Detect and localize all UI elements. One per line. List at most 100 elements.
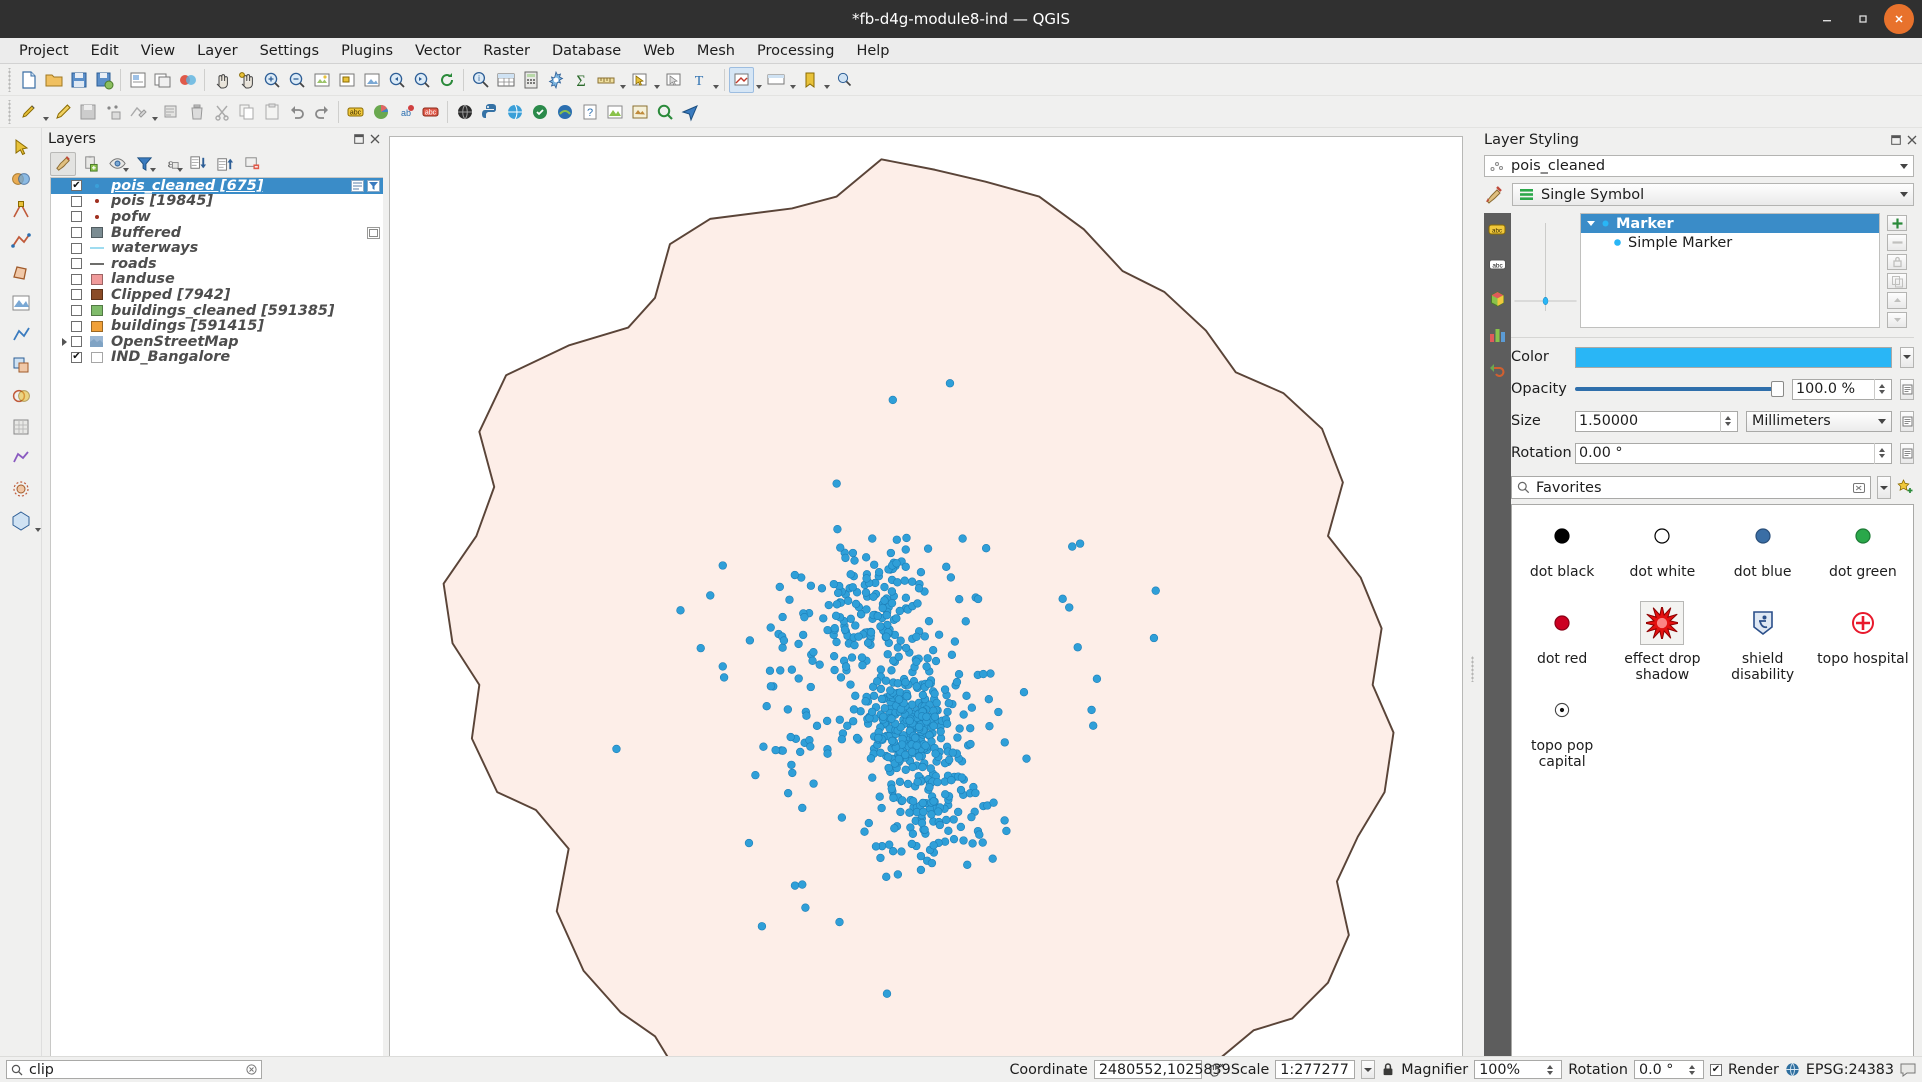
chevron-down-icon[interactable] xyxy=(1900,192,1908,197)
zoom-full-icon[interactable] xyxy=(309,67,334,93)
show-bookmarks-icon[interactable] xyxy=(831,67,856,93)
menu-settings[interactable]: Settings xyxy=(249,40,330,62)
menu-layer[interactable]: Layer xyxy=(186,40,248,62)
rotation-data-defined-button[interactable] xyxy=(1900,442,1914,464)
layer-tree-item[interactable]: buildings_cleaned [591385] xyxy=(51,303,383,319)
menu-project[interactable]: Project xyxy=(8,40,80,62)
layer-visibility-checkbox[interactable] xyxy=(71,305,82,317)
symbol-gallery-item[interactable]: dot red xyxy=(1512,602,1612,689)
symbol-gallery-item[interactable]: shield disability xyxy=(1713,602,1813,689)
cut-features-icon[interactable] xyxy=(209,99,234,125)
layer-selector-combo[interactable]: pois_cleaned xyxy=(1484,155,1914,177)
zoom-next-icon[interactable] xyxy=(409,67,434,93)
select-features-icon[interactable] xyxy=(627,67,652,93)
lock-symbol-layer-button[interactable] xyxy=(1887,253,1907,270)
symbol-gallery-item[interactable]: dot black xyxy=(1512,515,1612,602)
layer-expander[interactable] xyxy=(57,337,71,346)
opacity-spinner[interactable] xyxy=(1874,378,1888,400)
layer-visibility-checkbox[interactable] xyxy=(71,289,82,301)
new-print-layout-icon[interactable] xyxy=(125,67,150,93)
toolbar-drag-handle[interactable] xyxy=(6,67,14,92)
paste-features-icon[interactable] xyxy=(259,99,284,125)
intersect-tool-icon[interactable] xyxy=(7,382,35,410)
pan-map-icon[interactable] xyxy=(209,67,234,93)
menu-edit[interactable]: Edit xyxy=(80,40,130,62)
symbol-tree-item-marker[interactable]: Marker xyxy=(1581,214,1879,233)
plugin-help-icon[interactable]: ? xyxy=(577,99,602,125)
history-tab-icon[interactable] xyxy=(1487,359,1508,380)
layer-visibility-checkbox[interactable] xyxy=(71,320,82,332)
size-unit-combo[interactable]: Millimeters xyxy=(1746,410,1892,432)
rotation-field[interactable]: 0.00 ° xyxy=(1575,442,1892,464)
show-map-tips-icon[interactable] xyxy=(763,67,788,93)
statistical-summary-icon[interactable]: Σ xyxy=(568,67,593,93)
layer-visibility-checkbox[interactable] xyxy=(71,242,82,254)
move-symbol-layer-up-button[interactable] xyxy=(1887,292,1907,309)
add-group-button[interactable] xyxy=(77,152,103,176)
chevron-down-icon[interactable] xyxy=(1900,163,1908,169)
identify-features-icon[interactable]: i xyxy=(468,67,493,93)
styling-dropdown-arrow[interactable] xyxy=(754,67,763,93)
menu-plugins[interactable]: Plugins xyxy=(330,40,404,62)
filter-legend-button[interactable] xyxy=(131,152,157,176)
expression-dropdown-arrow[interactable] xyxy=(711,67,720,93)
plugin-mmqgis-icon[interactable] xyxy=(602,99,627,125)
select-by-expression-icon[interactable]: T xyxy=(686,67,711,93)
crs-label[interactable]: EPSG:24383 xyxy=(1806,1062,1894,1078)
rotation-statusbar-field[interactable]: 0.0 ° xyxy=(1633,1060,1704,1079)
undock-styling-icon[interactable] xyxy=(1890,134,1902,146)
layer-visibility-checkbox[interactable] xyxy=(71,211,82,223)
minimize-button[interactable] xyxy=(1812,4,1842,34)
size-field[interactable]: 1.50000 xyxy=(1575,410,1738,432)
edit-layer-icon[interactable] xyxy=(351,179,364,192)
opacity-slider[interactable] xyxy=(1575,379,1784,400)
size-data-defined-button[interactable] xyxy=(1900,410,1914,432)
vertex-tool-icon[interactable] xyxy=(125,99,150,125)
vector-tools-icon[interactable] xyxy=(7,320,35,348)
field-map-icon[interactable] xyxy=(7,289,35,317)
duplicate-symbol-layer-button[interactable] xyxy=(1887,272,1907,290)
add-to-favorites-icon[interactable] xyxy=(1897,479,1914,496)
mesh-dropdown-arrow[interactable] xyxy=(34,528,41,532)
zoom-in-icon[interactable] xyxy=(259,67,284,93)
new-project-icon[interactable] xyxy=(16,67,41,93)
manage-map-themes-button[interactable] xyxy=(104,152,130,176)
locator-search-input[interactable]: clip xyxy=(6,1060,262,1079)
remove-symbol-layer-button[interactable] xyxy=(1887,234,1907,251)
zoom-to-layer-icon[interactable] xyxy=(359,67,384,93)
plugin-gearth-icon[interactable] xyxy=(552,99,577,125)
mesh-tools-icon[interactable] xyxy=(7,506,41,534)
plugin-openlayers-icon[interactable] xyxy=(502,99,527,125)
close-panel-icon[interactable] xyxy=(369,133,381,145)
expand-all-button[interactable] xyxy=(185,152,211,176)
plugin-qgis2web-icon[interactable] xyxy=(627,99,652,125)
globe-icon[interactable] xyxy=(1785,1062,1800,1077)
open-layer-styling-panel-button[interactable] xyxy=(50,151,76,176)
coordinate-field[interactable]: 2480552,1025839 xyxy=(1093,1060,1231,1079)
layer-tree-item[interactable]: pofw xyxy=(51,209,383,225)
remove-layer-button[interactable] xyxy=(239,152,265,176)
symbol-gallery[interactable]: dot black dot white dot blue dot green dot r… xyxy=(1511,504,1914,1082)
layer-visibility-checkbox[interactable] xyxy=(71,336,82,348)
zoom-to-selection-icon[interactable] xyxy=(334,67,359,93)
themes-dropdown-arrow[interactable] xyxy=(123,167,129,172)
open-project-icon[interactable] xyxy=(41,67,66,93)
layer-tree-item[interactable]: pois_cleaned [675] xyxy=(51,178,383,194)
add-feature-icon[interactable] xyxy=(100,99,125,125)
rotation-statusbar-spinner[interactable] xyxy=(1685,1061,1699,1078)
map-canvas[interactable] xyxy=(389,136,1463,1082)
color-swatch[interactable] xyxy=(1575,346,1892,368)
vertex-dropdown-arrow[interactable] xyxy=(150,99,159,125)
magnifier-spinner[interactable] xyxy=(1543,1061,1557,1078)
geoprocessing-icon[interactable] xyxy=(7,165,35,193)
menu-view[interactable]: View xyxy=(130,40,186,62)
scale-field[interactable]: 1:277277 xyxy=(1275,1060,1356,1079)
chevron-down-icon[interactable] xyxy=(1878,418,1886,424)
symbol-search-dropdown[interactable] xyxy=(1877,476,1891,499)
copy-features-icon[interactable] xyxy=(234,99,259,125)
layer-tree-item[interactable]: landuse xyxy=(51,271,383,287)
menu-mesh[interactable]: Mesh xyxy=(686,40,746,62)
dissolve-tool-icon[interactable] xyxy=(7,444,35,472)
raster-tools-icon[interactable] xyxy=(7,413,35,441)
save-project-as-icon[interactable] xyxy=(91,67,116,93)
